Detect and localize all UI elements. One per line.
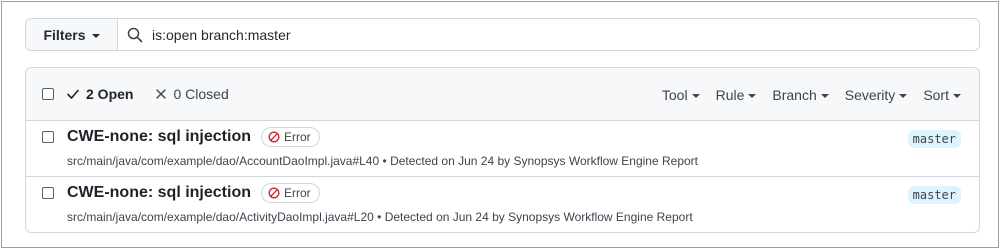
error-badge: Error bbox=[261, 183, 320, 203]
error-badge-label: Error bbox=[284, 130, 311, 144]
chevron-down-icon bbox=[91, 33, 100, 38]
alert-detected: Detected on Jun 24 by Synopsys Workflow … bbox=[390, 154, 699, 168]
alerts-list-header: 2 Open 0 Closed Tool Rule Branch Severit… bbox=[26, 68, 979, 121]
chevron-down-icon bbox=[820, 93, 829, 98]
alert-meta: src/main/java/com/example/dao/AccountDao… bbox=[67, 154, 698, 168]
meta-separator: • bbox=[377, 210, 385, 224]
branch-menu[interactable]: Branch bbox=[772, 86, 829, 103]
alert-title-line: CWE-none: sql injection Error bbox=[67, 127, 320, 147]
open-count: 2 Open bbox=[86, 86, 134, 102]
search-area bbox=[118, 19, 979, 50]
branch-menu-label: Branch bbox=[772, 86, 817, 103]
rule-menu[interactable]: Rule bbox=[716, 87, 757, 103]
alert-detected: Detected on Jun 24 by Synopsys Workflow … bbox=[384, 210, 693, 224]
select-all-checkbox[interactable] bbox=[42, 88, 54, 100]
alert-checkbox[interactable] bbox=[42, 187, 54, 199]
stop-icon bbox=[268, 187, 280, 199]
filter-bar: Filters bbox=[25, 18, 980, 51]
check-icon bbox=[67, 89, 79, 99]
sort-menus: Tool Rule Branch Severity Sort bbox=[662, 68, 961, 121]
branch-label[interactable]: master bbox=[907, 130, 961, 148]
alert-row: CWE-none: sql injection Error src/main/j… bbox=[26, 121, 979, 177]
chevron-down-icon bbox=[691, 93, 700, 98]
chevron-down-icon bbox=[953, 93, 961, 98]
filters-button-label: Filters bbox=[43, 26, 86, 43]
alert-title-link[interactable]: CWE-none: sql injection bbox=[67, 184, 251, 202]
search-input[interactable] bbox=[152, 26, 932, 43]
filters-button[interactable]: Filters bbox=[26, 19, 118, 50]
tool-menu[interactable]: Tool bbox=[662, 87, 700, 103]
alert-path[interactable]: src/main/java/com/example/dao/ActivityDa… bbox=[67, 210, 374, 224]
branch-label[interactable]: master bbox=[907, 186, 961, 204]
search-icon bbox=[127, 27, 143, 42]
alert-title-line: CWE-none: sql injection Error bbox=[67, 183, 320, 203]
alert-title-link[interactable]: CWE-none: sql injection bbox=[67, 128, 251, 146]
sort-menu[interactable]: Sort bbox=[923, 87, 961, 103]
error-badge-label: Error bbox=[284, 186, 311, 200]
closed-filter-tab[interactable]: 0 Closed bbox=[155, 86, 229, 102]
severity-menu[interactable]: Severity bbox=[845, 87, 908, 103]
tool-menu-label: Tool bbox=[661, 86, 688, 103]
severity-menu-label: Severity bbox=[844, 86, 896, 103]
error-badge: Error bbox=[261, 127, 320, 147]
rule-menu-label: Rule bbox=[715, 86, 745, 103]
alert-checkbox[interactable] bbox=[42, 131, 54, 143]
x-icon bbox=[156, 89, 167, 99]
sort-menu-label: Sort bbox=[923, 86, 949, 103]
stop-icon bbox=[268, 131, 280, 143]
alert-meta: src/main/java/com/example/dao/ActivityDa… bbox=[67, 210, 693, 224]
alert-row: CWE-none: sql injection Error src/main/j… bbox=[26, 177, 979, 232]
chevron-down-icon bbox=[748, 93, 757, 98]
alert-path[interactable]: src/main/java/com/example/dao/AccountDao… bbox=[67, 154, 379, 168]
closed-count: 0 Closed bbox=[173, 86, 229, 102]
open-filter-tab[interactable]: 2 Open bbox=[66, 86, 133, 102]
chevron-down-icon bbox=[899, 93, 908, 98]
alerts-list: 2 Open 0 Closed Tool Rule Branch Severit… bbox=[25, 67, 980, 233]
meta-separator: • bbox=[382, 154, 391, 168]
